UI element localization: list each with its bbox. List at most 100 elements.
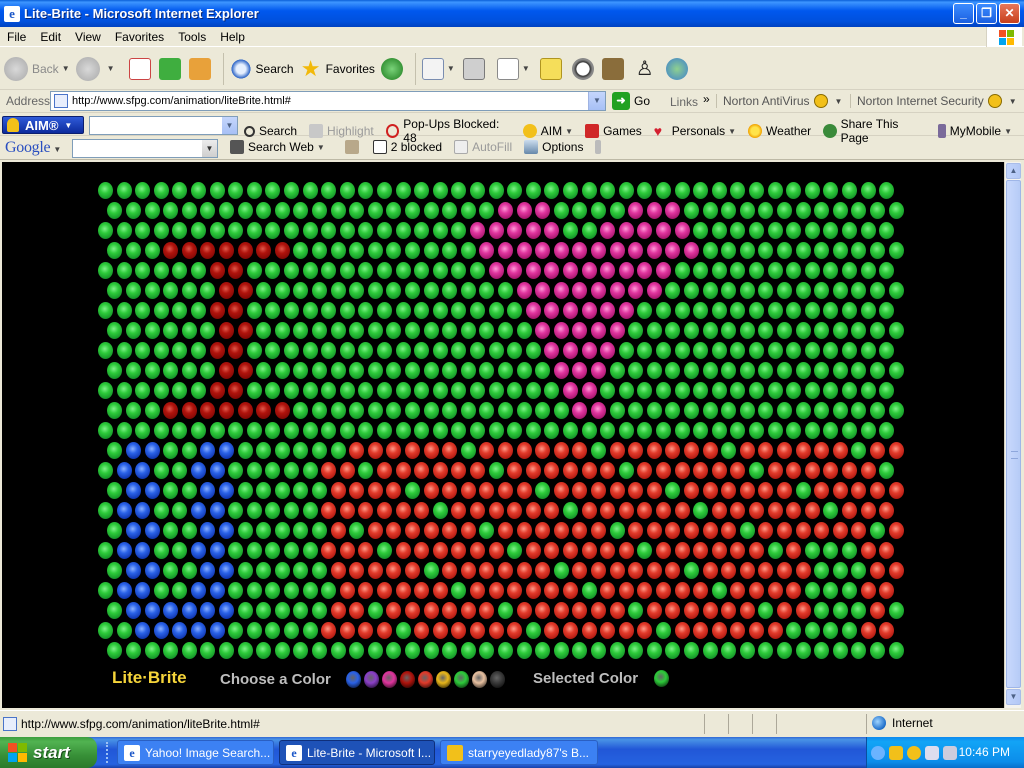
peg[interactable]	[749, 382, 764, 399]
peg[interactable]	[181, 642, 197, 659]
peg[interactable]	[497, 602, 513, 619]
peg[interactable]	[711, 262, 727, 279]
peg[interactable]	[423, 562, 439, 579]
peg[interactable]	[823, 302, 839, 319]
peg[interactable]	[814, 482, 830, 499]
peg[interactable]	[98, 502, 113, 519]
peg[interactable]	[665, 242, 681, 259]
peg[interactable]	[544, 262, 560, 279]
peg[interactable]	[377, 502, 392, 519]
peg[interactable]	[749, 422, 764, 439]
peg[interactable]	[135, 622, 151, 639]
peg[interactable]	[414, 222, 430, 239]
peg[interactable]	[758, 442, 774, 459]
peg[interactable]	[525, 222, 541, 239]
refresh-icon[interactable]	[158, 57, 181, 80]
peg[interactable]	[795, 642, 811, 659]
peg[interactable]	[349, 242, 365, 259]
peg[interactable]	[302, 502, 318, 519]
peg[interactable]	[293, 562, 309, 579]
personals-button[interactable]: ♥ Personals ▼	[654, 124, 736, 138]
peg[interactable]	[460, 242, 476, 259]
peg[interactable]	[302, 462, 318, 479]
peg[interactable]	[125, 322, 141, 339]
peg[interactable]	[646, 642, 662, 659]
peg[interactable]	[284, 422, 299, 439]
peg[interactable]	[749, 262, 764, 279]
peg[interactable]	[665, 442, 681, 459]
peg[interactable]	[628, 282, 644, 299]
peg[interactable]	[442, 522, 458, 539]
peg[interactable]	[442, 482, 458, 499]
peg[interactable]	[256, 322, 272, 339]
peg[interactable]	[749, 502, 764, 519]
peg[interactable]	[200, 602, 216, 619]
peg[interactable]	[814, 562, 830, 579]
peg[interactable]	[525, 462, 541, 479]
peg[interactable]	[404, 242, 420, 259]
peg[interactable]	[693, 502, 709, 519]
peg[interactable]	[590, 482, 606, 499]
peg[interactable]	[646, 402, 662, 419]
peg[interactable]	[460, 202, 476, 219]
peg[interactable]	[451, 222, 467, 239]
peg[interactable]	[814, 282, 830, 299]
peg[interactable]	[525, 622, 541, 639]
peg[interactable]	[739, 242, 755, 259]
tray-expand-icon[interactable]	[871, 745, 885, 760]
peg[interactable]	[339, 222, 355, 239]
peg[interactable]	[702, 402, 718, 419]
peg[interactable]	[507, 422, 523, 439]
peg[interactable]	[377, 182, 392, 199]
peg[interactable]	[163, 242, 179, 259]
peg[interactable]	[674, 222, 690, 239]
peg[interactable]	[414, 342, 430, 359]
peg[interactable]	[302, 222, 318, 239]
peg[interactable]	[395, 582, 411, 599]
peg[interactable]	[581, 422, 597, 439]
peg[interactable]	[107, 562, 123, 579]
peg[interactable]	[153, 382, 169, 399]
peg[interactable]	[525, 302, 541, 319]
menu-view[interactable]: View	[68, 30, 108, 44]
peg[interactable]	[888, 362, 904, 379]
peg[interactable]	[730, 262, 746, 279]
peg[interactable]	[842, 462, 857, 479]
peg[interactable]	[479, 642, 495, 659]
peg[interactable]	[135, 262, 151, 279]
peg[interactable]	[330, 282, 346, 299]
peg[interactable]	[488, 462, 504, 479]
peg[interactable]	[358, 622, 374, 639]
peg[interactable]	[302, 422, 318, 439]
peg[interactable]	[163, 522, 179, 539]
peg[interactable]	[265, 182, 281, 199]
peg[interactable]	[116, 422, 132, 439]
peg[interactable]	[488, 182, 504, 199]
peg[interactable]	[721, 522, 737, 539]
peg[interactable]	[758, 402, 774, 419]
peg[interactable]	[256, 562, 272, 579]
peg[interactable]	[377, 382, 392, 399]
peg[interactable]	[349, 642, 365, 659]
peg[interactable]	[507, 182, 523, 199]
peg[interactable]	[656, 342, 671, 359]
peg[interactable]	[804, 422, 820, 439]
peg[interactable]	[442, 442, 458, 459]
aim-logo-button[interactable]: AIM® ▼	[2, 116, 84, 134]
peg[interactable]	[321, 222, 337, 239]
peg[interactable]	[683, 522, 699, 539]
peg[interactable]	[600, 542, 616, 559]
peg[interactable]	[786, 222, 802, 239]
peg[interactable]	[600, 382, 616, 399]
peg[interactable]	[321, 582, 337, 599]
peg[interactable]	[842, 422, 857, 439]
peg[interactable]	[758, 522, 774, 539]
peg[interactable]	[786, 182, 802, 199]
peg[interactable]	[851, 522, 867, 539]
peg[interactable]	[842, 262, 857, 279]
peg[interactable]	[265, 302, 281, 319]
peg[interactable]	[432, 462, 448, 479]
peg[interactable]	[683, 202, 699, 219]
peg[interactable]	[172, 582, 188, 599]
peg[interactable]	[842, 502, 857, 519]
